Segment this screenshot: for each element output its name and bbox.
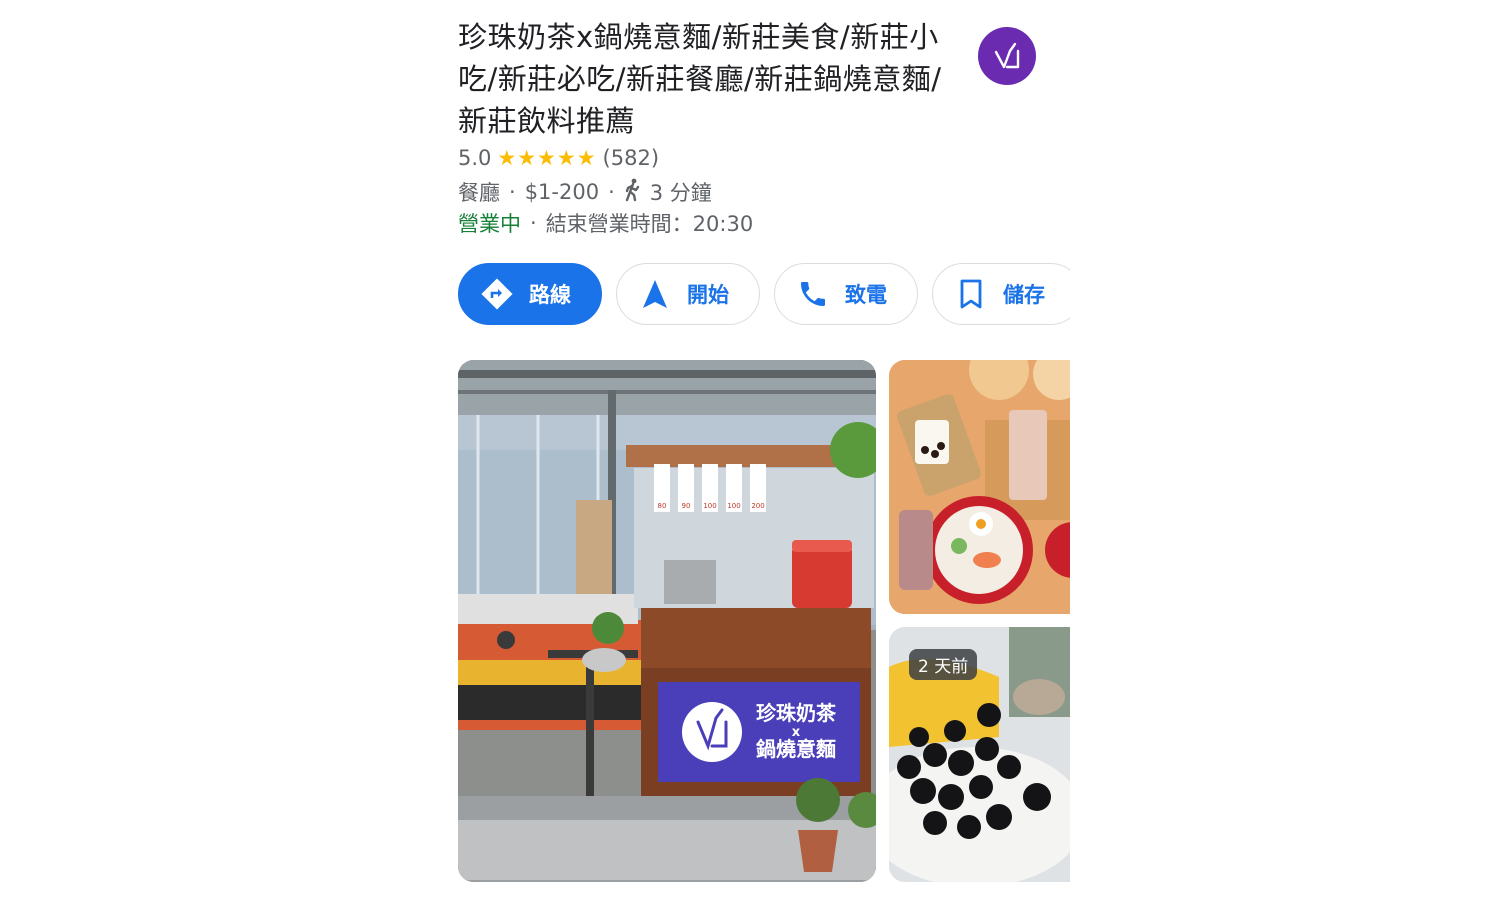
review-count[interactable]: (582) <box>603 146 659 170</box>
storefront-illustration: 珍珠奶茶 x 鍋燒意麵 80 90 100 100 200 <box>458 360 876 882</box>
phone-icon <box>795 276 831 312</box>
bookmark-icon <box>953 276 989 312</box>
start-button[interactable]: 開始 <box>616 263 760 325</box>
call-label: 致電 <box>845 283 887 307</box>
separator: · <box>530 211 537 235</box>
sign-line-1: 珍珠奶茶 <box>756 701 837 725</box>
recent-photo-badge: 2 天前 <box>909 649 978 680</box>
rating-row[interactable]: 5.0 ★★★★★ (582) <box>458 146 659 170</box>
rating-value: 5.0 <box>458 146 492 170</box>
action-buttons: 路線 開始 致電 儲存 <box>458 263 1070 327</box>
save-button[interactable]: 儲存 <box>932 263 1070 325</box>
start-label: 開始 <box>687 283 729 307</box>
sign-line-3: 鍋燒意麵 <box>756 737 836 761</box>
svg-text:80: 80 <box>658 502 667 510</box>
open-status: 營業中 <box>458 212 521 236</box>
place-card: 珍珠奶茶x鍋燒意麵/新莊美食/新莊小吃/新莊必吃/新莊餐廳/新莊鍋燒意麵/新莊飲… <box>458 14 1070 894</box>
info-row: 餐廳 · $1-200 · 3 分鐘 <box>458 177 712 207</box>
food-photo-pearls[interactable]: 2 天前 <box>889 627 1070 882</box>
price-range: $1-200 <box>524 180 600 204</box>
directions-label: 路線 <box>529 283 571 307</box>
svg-text:200: 200 <box>751 502 764 510</box>
place-logo[interactable] <box>978 27 1036 85</box>
walking-icon <box>624 178 642 207</box>
walk-time: 3 分鐘 <box>649 181 712 205</box>
svg-text:90: 90 <box>682 502 691 510</box>
directions-icon <box>479 276 515 312</box>
separator: · <box>509 180 516 204</box>
food-photo-drinks[interactable] <box>889 360 1070 614</box>
directions-button[interactable]: 路線 <box>458 263 602 325</box>
rating-stars: ★★★★★ <box>497 146 597 170</box>
place-title: 珍珠奶茶x鍋燒意麵/新莊美食/新莊小吃/新莊必吃/新莊餐廳/新莊鍋燒意麵/新莊飲… <box>458 20 942 138</box>
svg-text:100: 100 <box>727 502 740 510</box>
navigation-arrow-icon <box>637 276 673 312</box>
separator: · <box>608 180 615 204</box>
closing-time: 結束營業時間：20:30 <box>545 212 754 236</box>
logo-mark-icon <box>994 42 1020 69</box>
food-illustration <box>889 360 1070 614</box>
svg-text:100: 100 <box>703 502 716 510</box>
hours-row[interactable]: 營業中 · 結束營業時間：20:30 <box>458 208 753 238</box>
save-label: 儲存 <box>1003 283 1045 307</box>
call-button[interactable]: 致電 <box>774 263 918 325</box>
category-label: 餐廳 <box>458 181 500 205</box>
storefront-photo[interactable]: 珍珠奶茶 x 鍋燒意麵 80 90 100 100 200 <box>458 360 876 882</box>
